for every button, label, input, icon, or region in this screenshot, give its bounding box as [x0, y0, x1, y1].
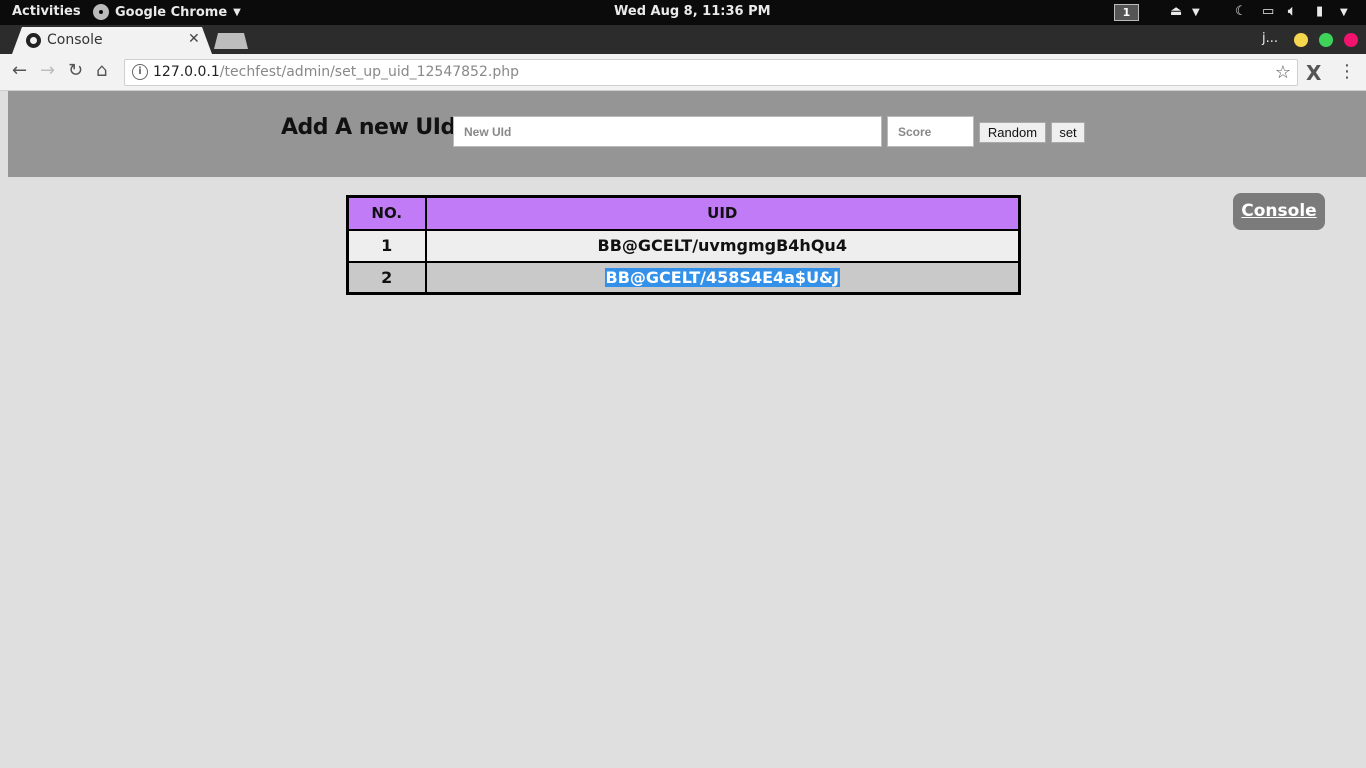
new-tab-button[interactable] — [214, 33, 248, 49]
page-content: Add A new UId :- Random set NO. UID 1 BB… — [0, 91, 1366, 768]
clock[interactable]: Wed Aug 8, 11:36 PM — [614, 4, 771, 19]
close-window-button[interactable] — [1344, 33, 1358, 47]
eject-icon[interactable]: ⏏ — [1170, 4, 1182, 19]
volume-icon: 🔈︎ — [1288, 4, 1296, 19]
chrome-menu-icon[interactable]: ⋮ — [1338, 61, 1356, 82]
set-button[interactable]: set — [1051, 122, 1085, 143]
app-menu[interactable]: Google Chrome ▼ — [93, 4, 241, 20]
random-button[interactable]: Random — [979, 122, 1046, 143]
console-button[interactable]: Console — [1233, 193, 1325, 230]
row-number: 2 — [346, 260, 427, 295]
extension-x-icon[interactable]: X — [1306, 61, 1321, 85]
url-host: 127.0.0.1 — [153, 64, 220, 80]
table-row: 2 BB@GCELT/458S4E4a$U&J — [346, 260, 1021, 295]
row-uid-cell: BB@GCELT/458S4E4a$U&J — [424, 260, 1021, 295]
row-number: 1 — [346, 228, 427, 263]
url-path: /techfest/admin/set_up_uid_12547852.php — [219, 64, 519, 80]
system-top-bar: Activities Google Chrome ▼ Wed Aug 8, 11… — [0, 0, 1366, 25]
activities-button[interactable]: Activities — [12, 4, 81, 19]
app-name: Google Chrome — [115, 4, 228, 20]
browser-toolbar: ← → ↻ ⌂ i 127.0.0.1/techfest/admin/set_u… — [0, 54, 1366, 91]
new-uid-input[interactable] — [453, 116, 882, 147]
workspace-indicator[interactable]: 1 — [1114, 4, 1139, 21]
profile-name[interactable]: j... — [1262, 31, 1278, 46]
bookmark-star-icon[interactable]: ☆ — [1275, 62, 1291, 83]
url-text[interactable]: 127.0.0.1/techfest/admin/set_up_uid_1254… — [153, 64, 519, 80]
header-no: NO. — [346, 195, 427, 231]
table-header-row: NO. UID — [346, 195, 1021, 231]
add-uid-heading: Add A new UId :- — [281, 115, 480, 140]
caret-down-icon[interactable]: ▼ — [1192, 7, 1200, 18]
tab-strip: Console ✕ — [0, 25, 1366, 54]
favicon-icon — [26, 33, 41, 48]
battery-icon: ▮ — [1316, 4, 1324, 19]
reload-icon[interactable]: ↻ — [68, 61, 83, 81]
row-uid: BB@GCELT/uvmgmgB4hQu4 — [424, 228, 1021, 263]
address-bar[interactable]: i 127.0.0.1/techfest/admin/set_up_uid_12… — [124, 59, 1298, 86]
minimize-button[interactable] — [1294, 33, 1308, 47]
maximize-button[interactable] — [1319, 33, 1333, 47]
back-arrow-icon[interactable]: ← — [12, 61, 27, 81]
header-uid: UID — [424, 195, 1021, 231]
night-light-icon: ☾ — [1235, 4, 1247, 19]
score-input[interactable] — [887, 116, 974, 147]
table-row: 1 BB@GCELT/uvmgmgB4hQu4 — [346, 228, 1021, 263]
tab-title: Console — [47, 32, 103, 48]
caret-down-icon: ▼ — [233, 6, 241, 18]
chrome-logo-icon — [93, 4, 109, 20]
display-icon: ▭ — [1262, 4, 1275, 19]
tab-console[interactable]: Console ✕ — [12, 27, 212, 54]
system-menu-caret-icon[interactable]: ▼ — [1340, 7, 1348, 18]
forward-arrow-icon[interactable]: → — [40, 61, 55, 81]
uid-table: NO. UID 1 BB@GCELT/uvmgmgB4hQu4 2 BB@GCE… — [346, 195, 1021, 295]
close-tab-icon[interactable]: ✕ — [188, 31, 200, 47]
home-icon[interactable]: ⌂ — [96, 61, 107, 81]
selected-uid-text: BB@GCELT/458S4E4a$U&J — [604, 267, 840, 287]
info-icon[interactable]: i — [132, 64, 148, 80]
